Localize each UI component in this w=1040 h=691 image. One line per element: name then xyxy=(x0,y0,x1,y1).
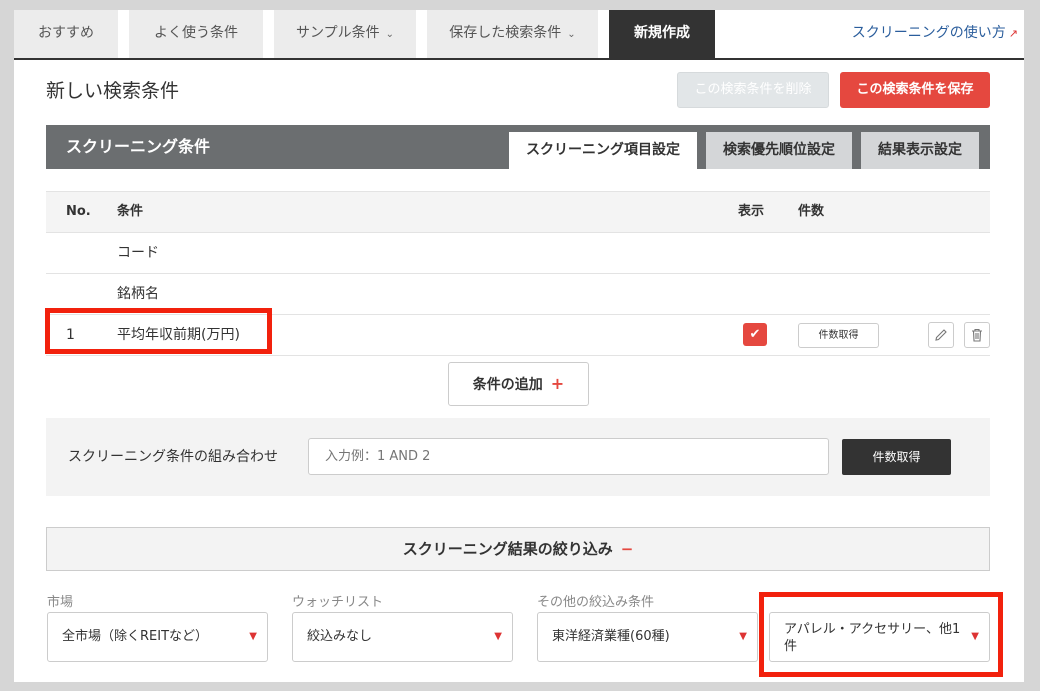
watchlist-label: ウォッチリスト xyxy=(292,595,384,610)
combination-input[interactable] xyxy=(308,438,829,475)
save-button[interactable]: この検索条件を保存 xyxy=(840,72,990,108)
screening-page: おすすめ よく使う条件 サンプル条件 ⌄ 保存した検索条件 ⌄ 新規作成 スクリーニ… xyxy=(14,10,1024,682)
tab-result-display[interactable]: 結果表示設定 xyxy=(861,132,979,169)
pencil-icon xyxy=(935,329,947,341)
industry-select[interactable]: 東洋経済業種(60種) ▼ xyxy=(537,612,758,662)
market-select[interactable]: 全市場（除くREITなど） ▼ xyxy=(47,612,268,662)
tab-item-settings[interactable]: スクリーニング項目設定 xyxy=(509,132,697,169)
trash-icon xyxy=(972,328,982,342)
help-link[interactable]: スクリーニングの使い方 ↗ xyxy=(852,10,1018,56)
delete-row-button[interactable] xyxy=(964,322,990,348)
plus-icon: + xyxy=(550,374,565,393)
table-row: コード xyxy=(46,233,990,274)
highlight-box xyxy=(759,592,1003,677)
table-header: No. 条件 表示 件数 xyxy=(46,191,990,233)
show-checkbox[interactable]: ✔ xyxy=(743,323,767,346)
top-nav: おすすめ よく使う条件 サンプル条件 ⌄ 保存した検索条件 ⌄ 新規作成 スクリーニ… xyxy=(14,10,1024,60)
filter-toggle[interactable]: スクリーニング結果の絞り込み − xyxy=(46,527,990,571)
add-condition-button[interactable]: 条件の追加 + xyxy=(448,362,589,406)
tab-recommended[interactable]: おすすめ xyxy=(14,10,118,58)
minus-icon: − xyxy=(620,540,634,558)
chevron-down-icon: ▼ xyxy=(494,631,502,642)
tab-new[interactable]: 新規作成 xyxy=(609,10,715,58)
screening-title: スクリーニング条件 xyxy=(66,137,211,156)
edit-button[interactable] xyxy=(928,322,954,348)
delete-button[interactable]: この検索条件を削除 xyxy=(677,72,829,108)
combination-panel: スクリーニング条件の組み合わせ 件数取得 xyxy=(46,418,990,496)
page-title: 新しい検索条件 xyxy=(46,80,180,102)
tab-saved[interactable]: 保存した検索条件 ⌄ xyxy=(427,10,598,58)
chevron-down-icon: ▼ xyxy=(249,631,257,642)
get-count-row-button[interactable]: 件数取得 xyxy=(798,323,879,348)
highlight-box xyxy=(45,308,272,354)
chevron-down-icon: ⌄ xyxy=(567,29,576,40)
get-count-button[interactable]: 件数取得 xyxy=(842,439,951,475)
other-filter-label: その他の絞込み条件 xyxy=(537,595,655,610)
screening-header: スクリーニング条件 スクリーニング項目設定 検索優先順位設定 結果表示設定 xyxy=(46,125,990,169)
tab-priority-settings[interactable]: 検索優先順位設定 xyxy=(706,132,852,169)
chevron-down-icon: ▼ xyxy=(739,631,747,642)
external-link-icon: ↗ xyxy=(1008,27,1018,40)
watchlist-select[interactable]: 絞込みなし ▼ xyxy=(292,612,513,662)
tab-sample[interactable]: サンプル条件 ⌄ xyxy=(274,10,416,58)
chevron-down-icon: ⌄ xyxy=(385,29,394,40)
combination-label: スクリーニング条件の組み合わせ xyxy=(68,449,278,465)
market-label: 市場 xyxy=(47,595,74,610)
tab-frequent[interactable]: よく使う条件 xyxy=(129,10,263,58)
